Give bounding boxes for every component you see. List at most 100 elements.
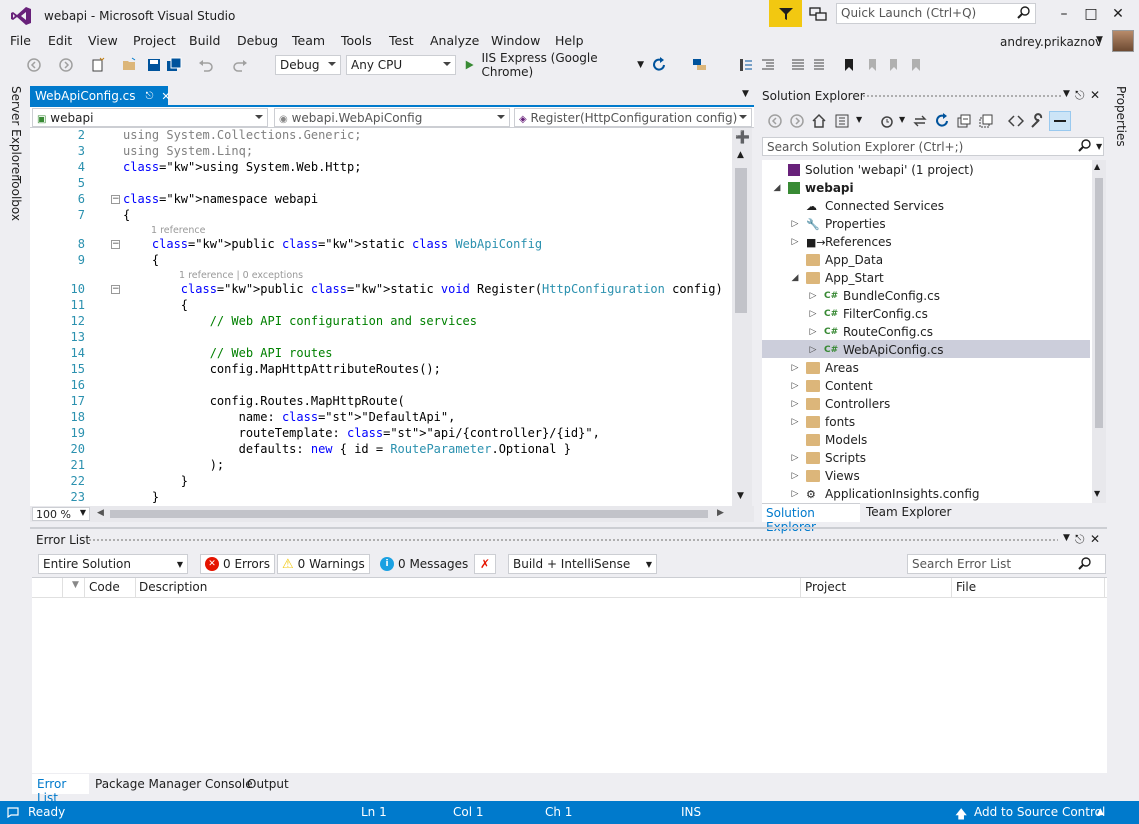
tree-item-bundleconfig[interactable]: ▷ C# BundleConfig.cs (808, 287, 940, 305)
step-into-icon[interactable] (738, 57, 754, 73)
close-icon[interactable]: ✕ (1090, 532, 1100, 546)
messages-filter-button[interactable]: i 0 Messages (376, 554, 472, 574)
tree-item-solution[interactable]: Solution 'webapi' (1 project) (772, 161, 974, 179)
chevron-down-icon[interactable]: ▼ (1063, 533, 1070, 543)
solution-explorer-search[interactable]: Search Solution Explorer (Ctrl+;) (762, 137, 1104, 156)
pin-icon[interactable]: ⎋ (1075, 88, 1085, 103)
refresh-icon[interactable] (934, 113, 950, 129)
collapsed-arrow-icon[interactable]: ▷ (790, 237, 800, 247)
menu-help[interactable]: Help (555, 33, 584, 48)
menu-analyze[interactable]: Analyze (430, 33, 479, 48)
chevron-down-icon[interactable]: ▼ (1096, 142, 1102, 151)
collapsed-arrow-icon[interactable]: ▷ (790, 219, 800, 229)
save-icon[interactable] (146, 57, 162, 73)
editor-scroll-thumb[interactable] (735, 168, 747, 313)
minimize-button[interactable]: – (1054, 4, 1074, 24)
close-icon[interactable]: ✕ (161, 90, 170, 103)
collapsed-arrow-icon[interactable]: ▷ (808, 309, 818, 319)
start-debugging-button[interactable]: IIS Express (Google Chrome) ▼ (464, 51, 644, 79)
scroll-up-icon[interactable]: ▲ (737, 150, 744, 160)
collapsed-arrow-icon[interactable]: ▷ (790, 471, 800, 481)
avatar[interactable] (1112, 30, 1134, 52)
toolbox-tab[interactable]: Toolbox (9, 176, 23, 221)
column-code[interactable]: Code (89, 580, 120, 594)
menu-team[interactable]: Team (292, 33, 325, 48)
column-file[interactable]: File (956, 580, 976, 594)
tree-item-webapiconfig[interactable]: ▷ C# WebApiConfig.cs (808, 341, 944, 359)
build-filter-select[interactable]: Build + IntelliSense ▼ (508, 554, 657, 574)
preview-selected-items-button[interactable] (1049, 111, 1071, 131)
panel-grip[interactable] (88, 538, 1058, 543)
scroll-down-icon[interactable]: ▼ (1094, 489, 1100, 498)
tree-item-app-data[interactable]: App_Data (790, 251, 883, 269)
tree-item-applicationinsights[interactable]: ▷ ⚙ ApplicationInsights.config (790, 485, 980, 503)
menu-project[interactable]: Project (133, 33, 176, 48)
tree-item-views[interactable]: ▷ Views (790, 467, 860, 485)
configuration-select[interactable]: Debug (275, 55, 341, 75)
collapsed-arrow-icon[interactable]: ▷ (808, 327, 818, 337)
refresh-browser-icon[interactable] (651, 57, 667, 73)
menu-view[interactable]: View (88, 33, 118, 48)
column-divider[interactable] (84, 578, 85, 598)
warnings-filter-button[interactable]: ⚠ 0 Warnings (277, 554, 370, 574)
horizontal-scroll-thumb[interactable] (110, 510, 708, 518)
scope-select[interactable]: Entire Solution ▼ (38, 554, 188, 574)
uncomment-lines-icon[interactable] (812, 57, 828, 73)
clear-filter-button[interactable]: ✗ (474, 554, 496, 574)
tree-item-filterconfig[interactable]: ▷ C# FilterConfig.cs (808, 305, 928, 323)
maximize-button[interactable]: □ (1081, 4, 1101, 24)
collapsed-arrow-icon[interactable]: ▷ (790, 453, 800, 463)
tab-team-explorer[interactable]: Team Explorer (866, 505, 952, 519)
menu-debug[interactable]: Debug (237, 33, 278, 48)
menu-build[interactable]: Build (189, 33, 220, 48)
scroll-up-icon[interactable]: ▲ (1094, 162, 1100, 171)
collapsed-arrow-icon[interactable]: ▷ (808, 345, 818, 355)
view-code-icon[interactable] (1008, 113, 1024, 129)
collapsed-arrow-icon[interactable]: ▷ (790, 363, 800, 373)
user-name[interactable]: andrey.prikaznov (1000, 35, 1102, 49)
close-icon[interactable]: ✕ (1090, 88, 1100, 102)
bookmark-icon[interactable] (841, 57, 857, 73)
code-editor[interactable]: 2 using System.Collections.Generic; 3 usin… (30, 128, 732, 506)
panel-grip[interactable] (862, 94, 1062, 99)
menu-window[interactable]: Window (491, 33, 540, 48)
quick-launch-input[interactable]: Quick Launch (Ctrl+Q) (836, 3, 1036, 24)
tree-item-areas[interactable]: ▷ Areas (790, 359, 859, 377)
collapsed-arrow-icon[interactable]: ▷ (790, 381, 800, 391)
previous-bookmark-icon[interactable] (864, 57, 880, 73)
tab-package-manager-console[interactable]: Package Manager Console (95, 777, 253, 791)
forward-icon[interactable] (790, 114, 804, 128)
open-file-icon[interactable] (122, 57, 138, 73)
close-button[interactable]: ✕ (1108, 4, 1128, 24)
scroll-down-icon[interactable]: ▼ (737, 491, 744, 501)
add-to-source-control-button[interactable]: Add to Source Control (974, 805, 1105, 819)
tree-item-connected-services[interactable]: ☁ Connected Services (790, 197, 944, 215)
column-description[interactable]: Description (139, 580, 207, 594)
status-notification-icon[interactable] (7, 807, 19, 818)
menu-tools[interactable]: Tools (341, 33, 372, 48)
pin-icon[interactable]: ⎋ (146, 91, 154, 102)
collapse-all-icon[interactable] (956, 113, 972, 129)
collapse-toggle[interactable]: − (111, 285, 120, 294)
collapse-toggle[interactable]: − (111, 195, 120, 204)
error-list-search[interactable]: Search Error List (907, 554, 1106, 574)
tree-item-properties[interactable]: ▷ 🔧 Properties (790, 215, 886, 233)
tree-item-project[interactable]: ◢ webapi (772, 179, 854, 197)
chevron-down-icon[interactable]: ▼ (742, 89, 749, 99)
codelens-references[interactable]: 1 reference (151, 225, 205, 236)
column-divider[interactable] (1104, 578, 1105, 598)
tab-error-list[interactable]: Error List (32, 774, 89, 805)
home-icon[interactable] (811, 113, 827, 129)
tab-solution-explorer[interactable]: Solution Explorer (762, 503, 860, 534)
scroll-right-icon[interactable]: ▶ (717, 508, 724, 518)
menu-file[interactable]: File (10, 33, 31, 48)
expanded-arrow-icon[interactable]: ◢ (790, 273, 800, 283)
solution-explorer-scroll-thumb[interactable] (1095, 178, 1103, 428)
comment-lines-icon[interactable] (790, 57, 806, 73)
sync-active-document-icon[interactable] (912, 113, 928, 129)
undo-icon[interactable] (198, 57, 214, 73)
save-all-icon[interactable] (166, 57, 182, 73)
pin-icon[interactable]: ⎋ (1075, 532, 1085, 547)
collapse-toggle[interactable]: − (111, 240, 120, 249)
codelens-references[interactable]: 1 reference | 0 exceptions (179, 270, 303, 281)
